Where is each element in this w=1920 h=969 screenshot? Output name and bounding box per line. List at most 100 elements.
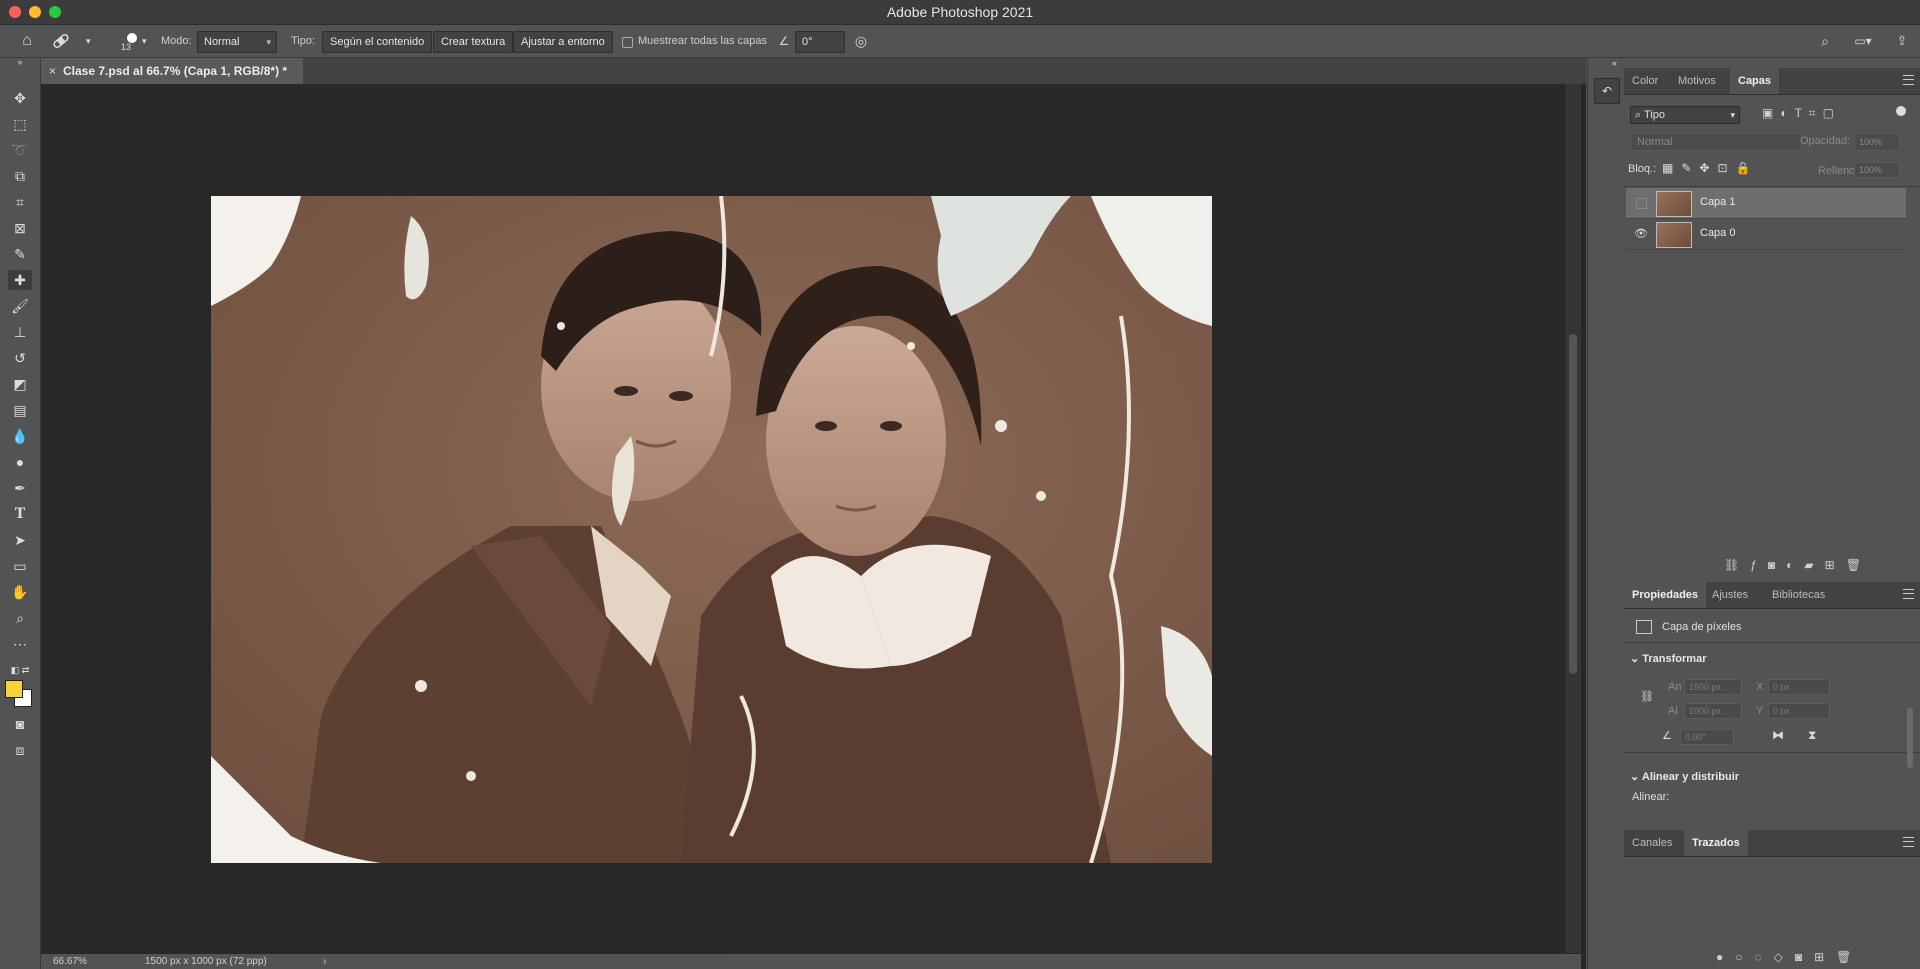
status-bar: 66.67% 1500 px x 1000 px (72 ppp) ›: [41, 954, 1581, 969]
chevron-right-icon[interactable]: ›: [323, 954, 326, 969]
layer-row-capa-0[interactable]: 👁 Capa 0: [1626, 219, 1906, 250]
align-label: Alinear:: [1632, 791, 1670, 803]
panel-menu-icon[interactable]: [1903, 75, 1914, 85]
layer-filter-select[interactable]: ⌕ Tipo ▾: [1630, 106, 1740, 124]
create-texture-option[interactable]: Crear textura: [433, 31, 514, 53]
properties-scroll-thumb[interactable]: [1907, 708, 1913, 768]
type-label: Tipo:: [291, 35, 316, 47]
hand-tool-icon[interactable]: ✋: [8, 582, 32, 602]
tab-patterns[interactable]: Motivos: [1670, 68, 1724, 94]
lock-label: Bloq.:: [1628, 163, 1657, 175]
transform-section-header[interactable]: ⌄ Transformar: [1630, 652, 1706, 665]
healing-brush-icon: [53, 34, 69, 48]
foreground-color-swatch[interactable]: [5, 680, 23, 698]
align-section-header[interactable]: ⌄ Alinear y distribuir: [1630, 770, 1739, 783]
tab-paths[interactable]: Trazados: [1684, 830, 1748, 856]
lock-icons[interactable]: ▦✎✥⊡🔒: [1662, 161, 1758, 175]
document-tab-title: Clase 7.psd al 66.7% (Capa 1, RGB/8*) *: [63, 64, 288, 78]
pressure-size-icon[interactable]: ◎: [852, 31, 870, 51]
tab-channels[interactable]: Canales: [1624, 830, 1680, 856]
lasso-tool-icon[interactable]: ➰: [8, 140, 32, 160]
layer-row-capa-1[interactable]: Capa 1: [1626, 188, 1906, 219]
close-document-icon[interactable]: ×: [49, 58, 56, 84]
tab-adjustments[interactable]: Ajustes: [1704, 582, 1756, 608]
eye-icon[interactable]: 👁: [1634, 227, 1648, 241]
blend-mode-select[interactable]: Normal: [1630, 133, 1802, 151]
flip-horizontal-icon[interactable]: ⧓: [1772, 728, 1784, 742]
layer-type-label: Capa de píxeles: [1662, 621, 1742, 633]
collapse-toolbar-icon[interactable]: »: [8, 56, 32, 68]
tab-properties[interactable]: Propiedades: [1624, 582, 1707, 608]
move-tool-icon[interactable]: ✥: [8, 88, 32, 108]
content-aware-option[interactable]: Según el contenido: [322, 31, 433, 53]
layer-thumbnail: [1656, 191, 1692, 217]
tab-libraries[interactable]: Bibliotecas: [1764, 582, 1833, 608]
type-tool-icon[interactable]: T: [8, 504, 32, 524]
history-panel-icon[interactable]: ↶: [1594, 78, 1620, 104]
frame-tool-icon[interactable]: ⊠: [8, 218, 32, 238]
eraser-tool-icon[interactable]: ◩: [8, 374, 32, 394]
healing-brush-tool-icon[interactable]: ✚: [8, 270, 32, 290]
collapse-panels-icon[interactable]: «: [1612, 58, 1617, 68]
tool-preset-picker[interactable]: ▾: [50, 31, 91, 51]
brush-tool-icon[interactable]: 🖌: [8, 296, 32, 316]
pixel-layer-icon: [1636, 620, 1652, 634]
document-tab[interactable]: × Clase 7.psd al 66.7% (Capa 1, RGB/8*) …: [41, 58, 304, 84]
eyedropper-tool-icon[interactable]: ✎: [8, 244, 32, 264]
rotation-field[interactable]: 0.00°: [1680, 729, 1734, 745]
object-selection-tool-icon[interactable]: ⧉: [8, 166, 32, 186]
swap-colors-icon[interactable]: ◧ ⇄: [8, 660, 32, 680]
options-bar: ⌂ ▾ 13 ▾ Modo: Normal ▾ Tipo: Según el co…: [0, 25, 1920, 58]
pen-tool-icon[interactable]: ✒: [8, 478, 32, 498]
workspace-icon[interactable]: ▭▾: [1850, 31, 1876, 51]
proximity-match-option[interactable]: Ajustar a entorno: [513, 31, 613, 53]
vertical-scroll-thumb[interactable]: [1569, 334, 1577, 674]
visibility-toggle-off[interactable]: [1636, 198, 1647, 209]
tab-color[interactable]: Color: [1624, 68, 1666, 94]
crop-tool-icon[interactable]: ⌗: [8, 192, 32, 212]
brush-size-picker[interactable]: 13 ▾: [112, 31, 152, 52]
blur-tool-icon[interactable]: 💧: [8, 426, 32, 446]
search-icon[interactable]: ⌕: [1816, 31, 1834, 51]
clone-stamp-tool-icon[interactable]: ⊥: [8, 322, 32, 342]
share-icon[interactable]: ⇪: [1893, 31, 1911, 51]
dodge-tool-icon[interactable]: ●: [8, 452, 32, 472]
fill-field[interactable]: 100%: [1854, 162, 1900, 178]
layer-filter-icons[interactable]: ▣◐T⌗▢: [1762, 106, 1841, 121]
vertical-scrollbar[interactable]: [1565, 84, 1581, 953]
angle-field[interactable]: 0°: [795, 31, 845, 53]
opacity-field[interactable]: 100%: [1854, 133, 1900, 151]
panel-menu-icon[interactable]: [1903, 589, 1914, 599]
quick-mask-icon[interactable]: ◙: [8, 714, 32, 734]
search-icon: ⌕: [1635, 109, 1645, 121]
height-field[interactable]: 1000 px: [1684, 703, 1742, 719]
rectangle-tool-icon[interactable]: ▭: [8, 556, 32, 576]
x-field[interactable]: 0 px: [1768, 679, 1830, 695]
zoom-tool-icon[interactable]: ⌕: [8, 608, 32, 628]
path-actions-icons[interactable]: ●○◌◇◙⊞🗑: [1716, 950, 1863, 964]
layer-actions-icons[interactable]: ⛓ƒ◙◐▰⊞🗑: [1724, 558, 1872, 572]
flip-vertical-icon[interactable]: ⧗: [1808, 728, 1816, 743]
gradient-tool-icon[interactable]: ▤: [8, 400, 32, 420]
layer-thumbnail: [1656, 222, 1692, 248]
panel-menu-icon[interactable]: [1903, 837, 1914, 847]
zoom-level[interactable]: 66.67%: [53, 954, 87, 969]
chevron-down-icon: ▾: [142, 36, 147, 46]
height-label: Al: [1668, 705, 1678, 717]
image-canvas[interactable]: [211, 196, 1212, 863]
path-selection-tool-icon[interactable]: ➤: [8, 530, 32, 550]
sample-all-layers-checkbox[interactable]: [622, 37, 633, 48]
marquee-tool-icon[interactable]: ⬚: [8, 114, 32, 134]
horizontal-scroll-thumb[interactable]: [726, 958, 1246, 966]
more-tools-icon[interactable]: ⋯: [8, 634, 32, 654]
history-brush-tool-icon[interactable]: ↺: [8, 348, 32, 368]
divider: [1624, 186, 1920, 187]
screen-mode-icon[interactable]: ⧈: [8, 740, 32, 760]
tab-layers[interactable]: Capas: [1730, 68, 1780, 94]
y-field[interactable]: 0 px: [1768, 703, 1830, 719]
width-field[interactable]: 1500 px: [1684, 679, 1742, 695]
home-icon[interactable]: ⌂: [16, 31, 38, 51]
link-icon[interactable]: ⛓: [1640, 690, 1654, 703]
filter-toggle-icon[interactable]: [1896, 106, 1906, 116]
mode-select[interactable]: Normal ▾: [197, 31, 277, 53]
